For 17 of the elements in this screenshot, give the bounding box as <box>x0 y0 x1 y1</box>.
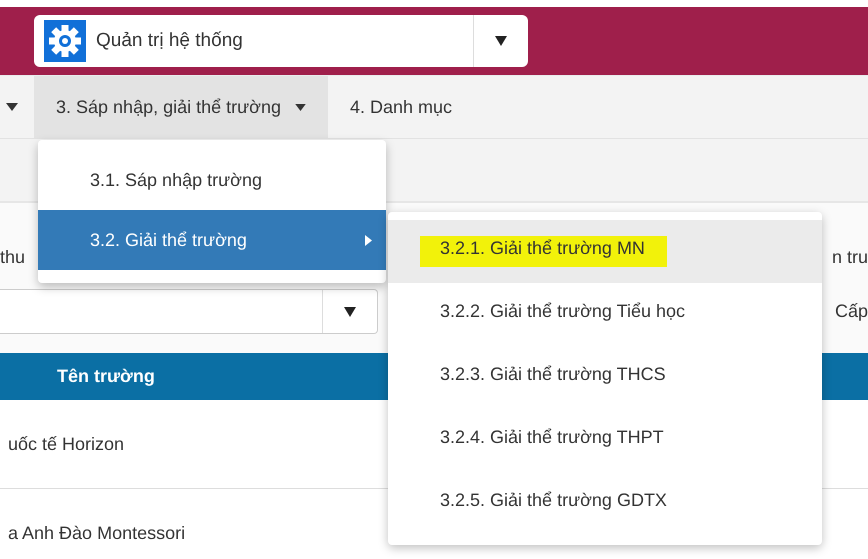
column-header: Tên trường <box>57 366 155 387</box>
module-select[interactable]: Quản trị hệ thống <box>34 15 528 67</box>
table-cell: uốc tế Horizon <box>8 434 124 454</box>
nav-menu-item[interactable]: 3. Sáp nhập, giải thể trường <box>34 76 328 138</box>
menu-item[interactable]: 3.2. Giải thể trường <box>38 210 386 270</box>
module-value: Quản trị hệ thống <box>96 30 244 52</box>
field-label: n tru <box>832 247 868 269</box>
submenu-item[interactable]: 3.2.3. Giải thể trường THCS <box>388 346 822 409</box>
submenu-item[interactable]: 3.2.2. Giải thể trường Tiểu học <box>388 283 822 346</box>
submenu-item[interactable]: 3.2.4. Giải thể trường THPT <box>388 409 822 472</box>
field-label: Cấp <box>834 301 868 322</box>
table-cell: a Anh Đào Montessori <box>8 522 186 544</box>
submenu-item[interactable]: 3.2.5. Giải thể trường GDTX <box>388 472 822 535</box>
submenu-item[interactable]: 3.2.1. Giải thể trường MN <box>388 220 822 283</box>
field-label: thu <box>0 247 26 269</box>
nav-menu-item[interactable]: 4. Danh mục <box>328 76 474 138</box>
menu-item[interactable]: 3.1. Sáp nhập trường <box>38 150 386 210</box>
